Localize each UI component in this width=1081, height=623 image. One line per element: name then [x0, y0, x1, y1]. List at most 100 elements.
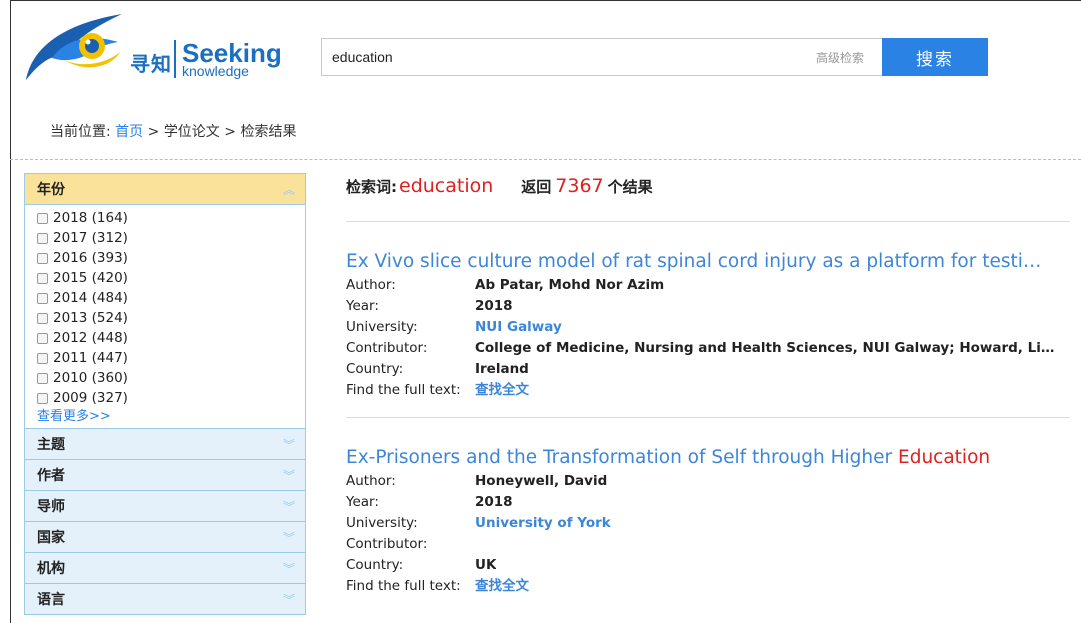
search-input[interactable]: [322, 39, 792, 75]
year-option[interactable]: 2011 (447): [37, 348, 295, 368]
divider: [346, 417, 1070, 418]
year-option-label: 2010 (360): [53, 370, 128, 386]
facet-country-header[interactable]: 国家 ︾: [24, 521, 306, 553]
facet-topic-header[interactable]: 主题 ︾: [24, 428, 306, 460]
checkbox[interactable]: [37, 392, 48, 404]
chevron-down-icon[interactable]: ︾: [283, 498, 295, 515]
checkbox[interactable]: [37, 312, 48, 324]
facet-author-header[interactable]: 作者 ︾: [24, 459, 306, 491]
facet-year-title: 年份: [37, 182, 65, 198]
chevron-down-icon[interactable]: ︾: [283, 436, 295, 453]
field-contributor: Contributor: College of Medicine, Nursing…: [346, 338, 1070, 359]
year-option-label: 2017 (312): [53, 230, 128, 246]
results-panel: 检索词: education 返回 7367 个结果 Ex Vivo slice…: [346, 175, 1070, 597]
site-logo[interactable]: 寻知 Seeking knowledge: [22, 8, 282, 84]
checkbox[interactable]: [37, 292, 48, 304]
keyword-label: 检索词:: [346, 178, 397, 196]
year-option[interactable]: 2010 (360): [37, 368, 295, 388]
field-country: Country: UK: [346, 555, 1070, 576]
author-value: Ab Patar, Mohd Nor Azim: [475, 277, 665, 293]
year-option-label: 2011 (447): [53, 350, 128, 366]
breadcrumb-home-link[interactable]: 首页: [115, 124, 143, 140]
field-fulltext: Find the full text: 查找全文: [346, 380, 1070, 401]
search-bar: 高级检索: [321, 38, 889, 76]
facet-advisor-header[interactable]: 导师 ︾: [24, 490, 306, 522]
find-fulltext-link[interactable]: 查找全文: [475, 576, 529, 597]
result-title-link[interactable]: Ex Vivo slice culture model of rat spina…: [346, 249, 1046, 275]
breadcrumb-separator: >: [147, 124, 160, 140]
breadcrumb-separator: >: [224, 124, 236, 140]
chevron-down-icon[interactable]: ︾: [283, 591, 295, 608]
year-option[interactable]: 2018 (164): [37, 208, 295, 228]
chevron-down-icon[interactable]: ︾: [283, 560, 295, 577]
facet-title: 作者: [37, 468, 65, 484]
year-option-label: 2016 (393): [53, 250, 128, 266]
year-option[interactable]: 2014 (484): [37, 288, 295, 308]
year-option[interactable]: 2009 (327): [37, 388, 295, 408]
advanced-search-link[interactable]: 高级检索: [816, 49, 864, 66]
eye-logo-icon: [26, 14, 122, 80]
country-value: UK: [475, 557, 497, 573]
field-label: University:: [346, 319, 418, 335]
year-option[interactable]: 2013 (524): [37, 308, 295, 328]
find-fulltext-link[interactable]: 查找全文: [475, 380, 529, 401]
year-option[interactable]: 2015 (420): [37, 268, 295, 288]
checkbox[interactable]: [37, 232, 48, 244]
field-label: Contributor:: [346, 340, 428, 356]
university-link[interactable]: NUI Galway: [475, 317, 562, 338]
field-label: Country:: [346, 361, 404, 377]
result-item: Ex-Prisoners and the Transformation of S…: [346, 445, 1070, 597]
field-label: Author:: [346, 277, 396, 293]
facet-institution-header[interactable]: 机构 ︾: [24, 552, 306, 584]
field-label: Author:: [346, 473, 396, 489]
chevron-down-icon[interactable]: ︾: [283, 529, 295, 546]
checkbox[interactable]: [37, 252, 48, 264]
result-title-text: Ex-Prisoners and the Transformation of S…: [346, 447, 899, 468]
field-university: University: NUI Galway: [346, 317, 1070, 338]
see-more-link[interactable]: 查看更多>>: [37, 408, 295, 425]
country-value: Ireland: [475, 361, 529, 377]
checkbox[interactable]: [37, 272, 48, 284]
year-option-label: 2013 (524): [53, 310, 128, 326]
field-fulltext: Find the full text: 查找全文: [346, 576, 1070, 597]
result-item: Ex Vivo slice culture model of rat spina…: [346, 249, 1070, 401]
facet-language-header[interactable]: 语言 ︾: [24, 583, 306, 615]
field-label: Contributor:: [346, 536, 428, 552]
divider: [346, 221, 1070, 222]
checkbox[interactable]: [37, 372, 48, 384]
field-label: Year:: [346, 298, 379, 314]
checkbox[interactable]: [37, 352, 48, 364]
year-option-label: 2015 (420): [53, 270, 128, 286]
search-button[interactable]: 搜索: [882, 38, 988, 76]
contributor-value: College of Medicine, Nursing and Health …: [475, 340, 1055, 356]
chevron-down-icon[interactable]: ︾: [283, 467, 295, 484]
year-option[interactable]: 2012 (448): [37, 328, 295, 348]
result-count-suffix: 个结果: [607, 178, 653, 196]
author-value: Honeywell, David: [475, 473, 608, 489]
facet-title: 导师: [37, 499, 65, 515]
facet-title: 主题: [37, 437, 65, 453]
chevron-up-icon[interactable]: ︽: [283, 181, 295, 198]
breadcrumb-section: 学位论文: [163, 124, 220, 140]
field-contributor: Contributor:: [346, 534, 1070, 555]
facet-year-header[interactable]: 年份 ︽: [24, 173, 306, 205]
checkbox[interactable]: [37, 332, 48, 344]
year-value: 2018: [475, 298, 513, 314]
year-option[interactable]: 2016 (393): [37, 248, 295, 268]
year-option[interactable]: 2017 (312): [37, 228, 295, 248]
result-title-link[interactable]: Ex-Prisoners and the Transformation of S…: [346, 445, 1046, 471]
field-year: Year: 2018: [346, 492, 1070, 513]
divider: [10, 159, 1081, 160]
field-label: University:: [346, 515, 418, 531]
checkbox[interactable]: [37, 212, 48, 224]
filter-sidebar: 年份 ︽ 2018 (164) 2017 (312) 2016 (393) 20…: [24, 173, 306, 615]
result-count: 7367: [555, 175, 604, 197]
facet-title: 国家: [37, 530, 65, 546]
university-link[interactable]: University of York: [475, 513, 611, 534]
field-year: Year: 2018: [346, 296, 1070, 317]
year-value: 2018: [475, 494, 513, 510]
field-label: Country:: [346, 557, 404, 573]
field-author: Author: Honeywell, David: [346, 471, 1070, 492]
search-keyword: education: [399, 175, 494, 197]
facet-title: 语言: [37, 592, 65, 608]
